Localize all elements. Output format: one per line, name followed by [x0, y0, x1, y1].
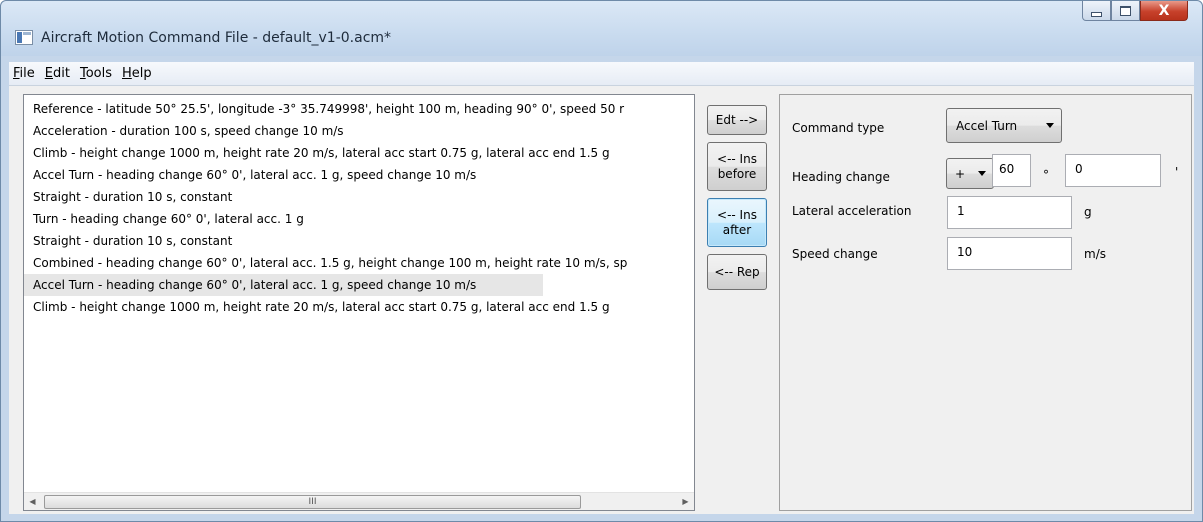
menu-edit-mnemonic: E [44, 66, 53, 81]
command-type-value: Accel Turn [956, 118, 1018, 133]
scrollbar-thumb[interactable]: III [44, 495, 581, 509]
insert-after-label-2: after [722, 222, 752, 237]
lateral-acceleration-label: Lateral acceleration [792, 204, 912, 218]
insert-after-label-1: <-- Ins [717, 207, 757, 222]
speed-change-unit: m/s [1084, 247, 1106, 261]
client-area: Reference - latitude 50° 25.5', longitud… [9, 86, 1194, 514]
heading-sign-select[interactable]: + [946, 158, 994, 189]
lateral-acceleration-input[interactable]: 1 [947, 196, 1072, 229]
insert-before-button[interactable]: <-- Ins before [707, 142, 767, 191]
degree-symbol: ° [1043, 168, 1049, 182]
lateral-acceleration-unit: g [1084, 205, 1092, 219]
close-button[interactable]: X [1140, 1, 1188, 21]
list-item[interactable]: Climb - height change 1000 m, height rat… [24, 142, 694, 164]
menu-help-mnemonic: H [122, 66, 132, 81]
menu-edit-label: dit [53, 66, 70, 81]
list-item[interactable]: Turn - heading change 60° 0', lateral ac… [24, 208, 694, 230]
menu-tools-label: ools [85, 66, 112, 81]
menu-help[interactable]: Help [117, 66, 157, 81]
menu-bar: File Edit Tools Help [9, 62, 1194, 86]
app-window: Aircraft Motion Command File - default_v… [0, 0, 1203, 522]
minimize-icon [1091, 11, 1102, 17]
speed-change-label: Speed change [792, 247, 878, 261]
insert-before-label-2: before [717, 166, 757, 181]
minimize-button[interactable] [1082, 1, 1111, 21]
edit-button-label: Edt --> [715, 112, 759, 127]
heading-sign-value: + [955, 166, 966, 181]
insert-after-button[interactable]: <-- Ins after [707, 198, 767, 247]
list-item[interactable]: Accel Turn - heading change 60° 0', late… [24, 274, 543, 296]
list-item[interactable]: Straight - duration 10 s, constant [24, 230, 694, 252]
list-item[interactable]: Accel Turn - heading change 60° 0', late… [24, 164, 694, 186]
list-item[interactable]: Reference - latitude 50° 25.5', longitud… [24, 98, 694, 120]
edit-button[interactable]: Edt --> [707, 105, 767, 135]
command-list[interactable]: Reference - latitude 50° 25.5', longitud… [23, 94, 695, 511]
list-item[interactable]: Acceleration - duration 100 s, speed cha… [24, 120, 694, 142]
menu-help-label: elp [131, 66, 152, 81]
menu-file-label: ile [19, 66, 35, 81]
chevron-down-icon [978, 170, 986, 176]
insert-before-label-1: <-- Ins [717, 151, 757, 166]
minute-symbol: ' [1175, 165, 1179, 179]
command-type-select[interactable]: Accel Turn [946, 108, 1062, 143]
heading-minutes-input[interactable]: 0 [1065, 154, 1161, 187]
list-item[interactable]: Straight - duration 10 s, constant [24, 186, 694, 208]
speed-change-input[interactable]: 10 [947, 237, 1072, 270]
menu-edit[interactable]: Edit [40, 66, 75, 81]
horizontal-scrollbar[interactable]: ◀ III ▶ [24, 492, 694, 510]
title-bar[interactable]: Aircraft Motion Command File - default_v… [1, 1, 1202, 56]
list-item[interactable]: Combined - heading change 60° 0', latera… [24, 252, 694, 274]
caption-buttons: X [1082, 1, 1188, 21]
app-icon[interactable] [15, 30, 33, 45]
maximize-button[interactable] [1111, 1, 1140, 21]
heading-change-label: Heading change [792, 170, 890, 184]
command-list-items: Reference - latitude 50° 25.5', longitud… [24, 98, 694, 318]
scroll-right-icon[interactable]: ▶ [677, 493, 694, 510]
replace-button-label: <-- Rep [714, 264, 760, 279]
scroll-left-icon[interactable]: ◀ [24, 493, 41, 510]
maximize-icon [1120, 5, 1131, 16]
list-item[interactable]: Climb - height change 1000 m, height rat… [24, 296, 694, 318]
menu-tools[interactable]: Tools [75, 66, 117, 81]
replace-button[interactable]: <-- Rep [707, 254, 767, 290]
command-editor-panel: Command type Accel Turn Heading change +… [779, 94, 1192, 511]
menu-file[interactable]: File [9, 66, 40, 81]
heading-degrees-input[interactable]: 60 [992, 154, 1031, 187]
chevron-down-icon [1046, 122, 1054, 128]
window-title: Aircraft Motion Command File - default_v… [41, 30, 392, 46]
command-type-label: Command type [792, 121, 885, 135]
